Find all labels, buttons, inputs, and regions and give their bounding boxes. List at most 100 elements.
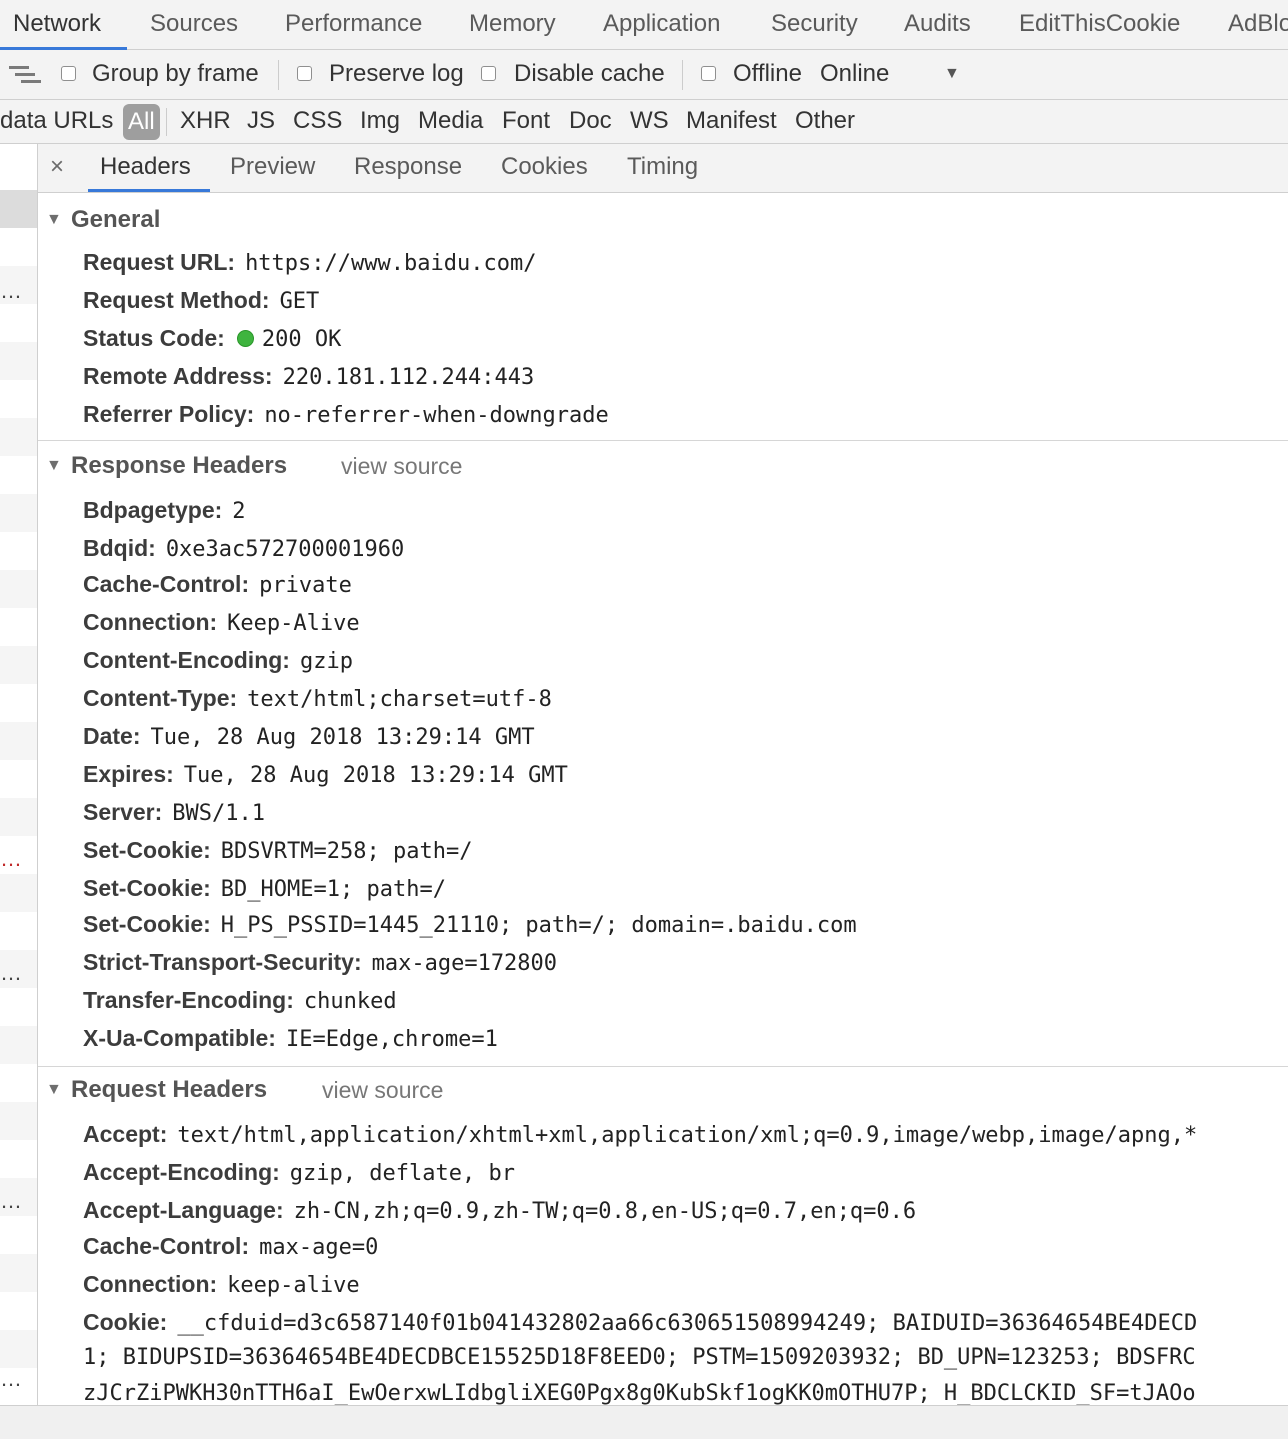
tab-timing[interactable]: Timing	[627, 144, 698, 192]
filter-xhr[interactable]: XHR	[180, 100, 231, 144]
header-key: Cookie:	[83, 1309, 168, 1335]
header-value: gzip	[299, 649, 353, 674]
header-row: Referrer Policy: no-referrer-when-downgra…	[83, 395, 609, 433]
tab-headers[interactable]: Headers	[88, 144, 210, 192]
header-value: __cfduid=d3c6587140f01b041432802aa66c630…	[177, 1311, 1198, 1336]
request-row[interactable]	[0, 570, 37, 608]
filter-media[interactable]: Media	[418, 100, 483, 144]
group-by-frame-checkbox[interactable]	[61, 66, 76, 81]
request-row[interactable]	[0, 798, 37, 836]
header-key: Server:	[83, 799, 163, 825]
collapse-triangle-icon[interactable]: ▼	[46, 1070, 62, 1110]
close-icon[interactable]: ×	[50, 144, 64, 190]
header-key: Content-Encoding:	[83, 647, 290, 673]
header-row: Content-Encoding: gzip	[83, 641, 353, 679]
header-row: Transfer-Encoding: chunked	[83, 981, 397, 1019]
tab-application[interactable]: Application	[603, 0, 720, 50]
tab-response[interactable]: Response	[354, 144, 462, 192]
header-row: Accept-Language: zh-CN,zh;q=0.9,zh-TW;q=0…	[83, 1191, 916, 1229]
header-value: 2	[232, 499, 246, 524]
request-name-truncated: …	[0, 960, 22, 985]
header-key: Request Method:	[83, 287, 270, 313]
tab-editthiscookie[interactable]: EditThisCookie	[1019, 0, 1180, 50]
tab-adblock[interactable]: AdBlo	[1228, 0, 1288, 50]
header-key: Remote Address:	[83, 363, 273, 389]
tab-sources[interactable]: Sources	[150, 0, 238, 50]
header-key: Status Code:	[83, 325, 225, 351]
header-key: Set-Cookie:	[83, 911, 211, 937]
header-value: text/html,application/xhtml+xml,applicat…	[177, 1123, 1198, 1148]
header-key: Accept:	[83, 1121, 168, 1147]
request-headers-section: ▼ Request Headers view source Accept: tex…	[38, 1070, 1288, 1405]
filter-ws[interactable]: WS	[630, 100, 669, 144]
preserve-log-checkbox[interactable]	[297, 66, 312, 81]
request-list-strip[interactable]: … … … … …	[0, 144, 38, 1405]
request-row[interactable]	[0, 1254, 37, 1292]
header-key: X-Ua-Compatible:	[83, 1025, 276, 1051]
header-row: Strict-Transport-Security: max-age=172800	[83, 943, 557, 981]
header-value: chunked	[303, 989, 397, 1014]
request-row[interactable]	[0, 646, 37, 684]
filter-doc[interactable]: Doc	[569, 100, 612, 144]
tab-audits[interactable]: Audits	[904, 0, 971, 50]
header-value: GET	[279, 289, 320, 314]
header-row: Request Method: GET	[83, 281, 319, 319]
header-value: BDSVRTM=258; path=/	[220, 839, 473, 864]
header-key: Accept-Language:	[83, 1197, 284, 1223]
filter-other[interactable]: Other	[795, 100, 855, 144]
group-by-frame-label[interactable]: Group by frame	[92, 50, 259, 100]
request-name-truncated: …	[0, 1188, 22, 1213]
offline-checkbox[interactable]	[701, 66, 716, 81]
disable-cache-checkbox[interactable]	[481, 66, 496, 81]
request-row[interactable]	[0, 1026, 37, 1064]
header-key: Strict-Transport-Security:	[83, 949, 362, 975]
throttling-select[interactable]: Online	[820, 50, 889, 100]
header-value: gzip, deflate, br	[289, 1161, 515, 1186]
header-key: Cache-Control:	[83, 571, 250, 597]
request-row[interactable]	[0, 1102, 37, 1140]
offline-label[interactable]: Offline	[733, 50, 802, 100]
view-source-link[interactable]: view source	[341, 446, 462, 486]
request-row[interactable]	[0, 494, 37, 532]
request-row[interactable]	[0, 418, 37, 456]
header-key: Date:	[83, 723, 141, 749]
network-toolbar: Group by frame Preserve log Disable cach…	[0, 50, 1288, 100]
tab-network[interactable]: Network	[0, 0, 127, 50]
tab-preview[interactable]: Preview	[230, 144, 315, 192]
filter-font[interactable]: Font	[502, 100, 550, 144]
request-row[interactable]	[0, 342, 37, 380]
request-row[interactable]	[0, 722, 37, 760]
filter-manifest[interactable]: Manifest	[686, 100, 777, 144]
header-key: Connection:	[83, 609, 218, 635]
chevron-down-icon[interactable]: ▼	[944, 50, 960, 100]
tab-memory[interactable]: Memory	[469, 0, 556, 50]
filter-img[interactable]: Img	[360, 100, 400, 144]
preserve-log-label[interactable]: Preserve log	[329, 50, 464, 100]
tab-cookies[interactable]: Cookies	[501, 144, 588, 192]
collapse-triangle-icon[interactable]: ▼	[46, 446, 62, 486]
header-value: Tue, 28 Aug 2018 13:29:14 GMT	[150, 725, 535, 750]
request-row-selected[interactable]	[0, 190, 37, 228]
collapse-triangle-icon[interactable]: ▼	[46, 200, 62, 240]
header-value: Keep-Alive	[227, 611, 360, 636]
drawer-status-bar	[0, 1405, 1288, 1439]
section-title: Request Headers	[71, 1076, 268, 1103]
header-value: text/html;charset=utf-8	[247, 687, 552, 712]
tab-security[interactable]: Security	[771, 0, 858, 50]
header-value: https://www.baidu.com/	[245, 251, 537, 276]
filter-all[interactable]: All	[123, 104, 160, 140]
request-name-truncated: …	[0, 278, 22, 303]
disable-cache-label[interactable]: Disable cache	[514, 50, 665, 100]
request-row[interactable]	[0, 1330, 37, 1368]
group-by-frame-icon[interactable]	[9, 64, 41, 86]
filter-css[interactable]: CSS	[293, 100, 342, 144]
request-name-truncated: …	[0, 1366, 22, 1391]
tab-performance[interactable]: Performance	[285, 0, 422, 50]
filter-js[interactable]: JS	[247, 100, 275, 144]
toolbar-divider	[682, 60, 683, 90]
header-row: Cache-Control: max-age=0	[83, 1227, 378, 1265]
request-row[interactable]	[0, 874, 37, 912]
hide-data-urls-label[interactable]: data URLs	[0, 100, 113, 144]
view-source-link[interactable]: view source	[322, 1070, 443, 1110]
header-row: Cookie: __cfduid=d3c6587140f01b041432802a…	[83, 1303, 1197, 1341]
